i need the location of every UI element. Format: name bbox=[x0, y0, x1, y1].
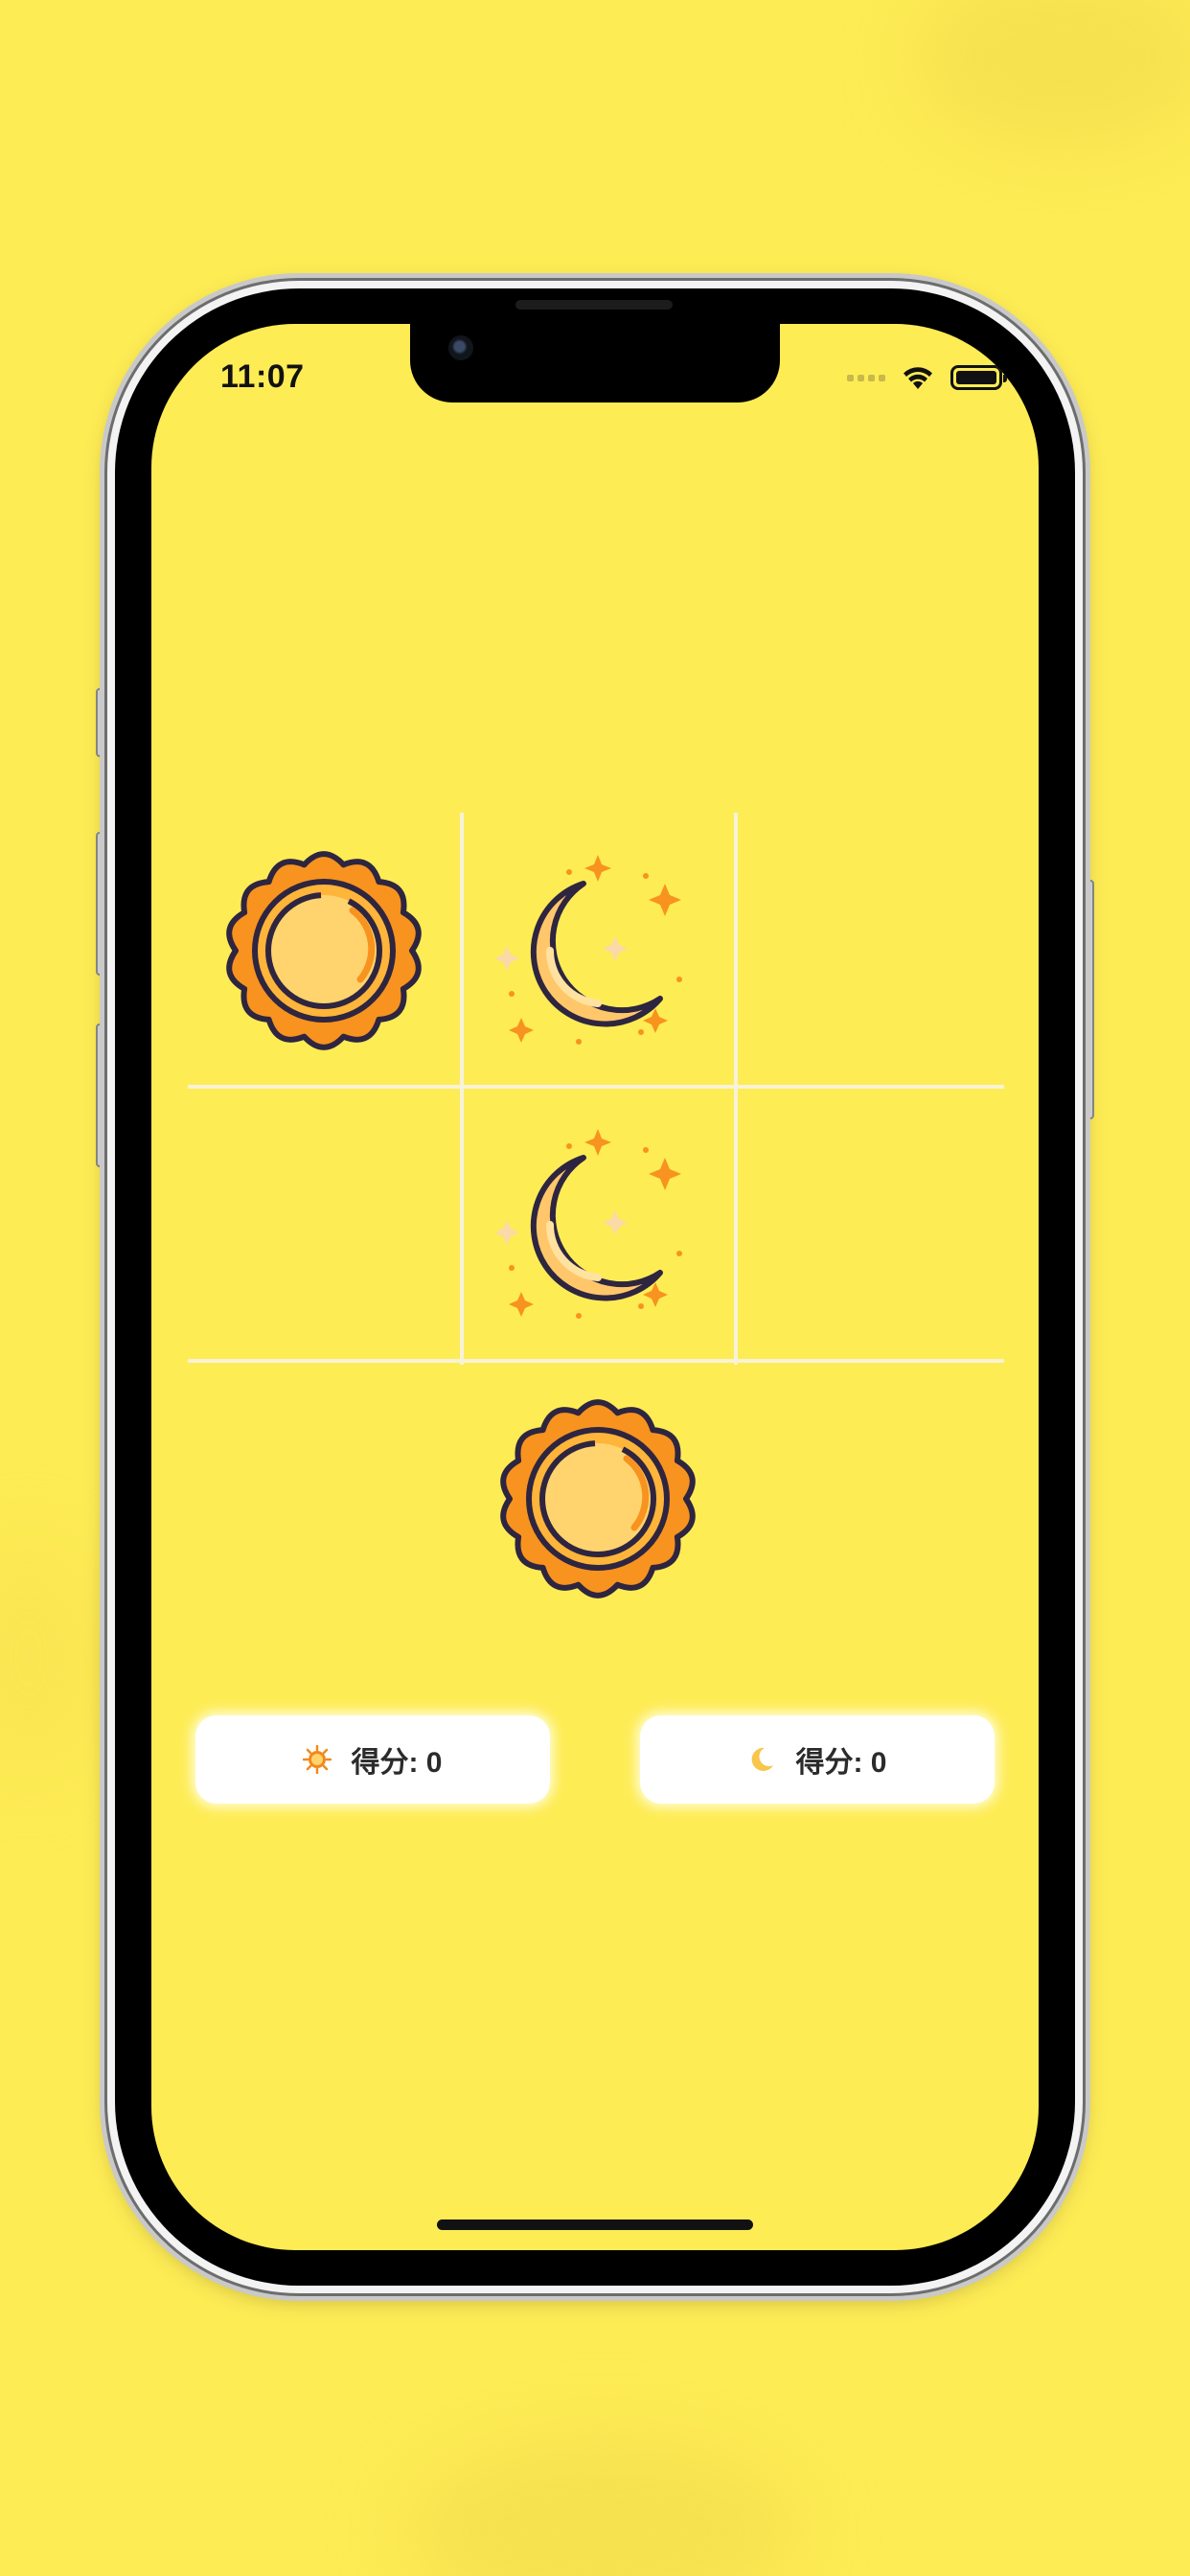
board-cell[interactable] bbox=[736, 813, 1008, 1089]
app-screen: 11:07 得分: 0 得分: 0 bbox=[151, 324, 1039, 2250]
power-button bbox=[1081, 880, 1094, 1119]
camera-icon bbox=[448, 335, 473, 360]
moon-icon bbox=[494, 855, 682, 1045]
notch bbox=[410, 324, 780, 402]
board-cell[interactable] bbox=[188, 1361, 460, 1637]
board-cell[interactable] bbox=[188, 1087, 460, 1363]
moon-score-label: 得分: 0 bbox=[795, 1747, 887, 1779]
sun-score-label: 得分: 0 bbox=[351, 1747, 443, 1779]
sun-icon bbox=[303, 1745, 332, 1774]
moon-icon bbox=[752, 1747, 774, 1771]
sun-icon bbox=[500, 1399, 696, 1598]
speaker-grille bbox=[515, 300, 673, 310]
sun-icon bbox=[226, 851, 422, 1050]
signal-icon bbox=[847, 374, 885, 381]
board-cells bbox=[188, 813, 1004, 1598]
moon-icon bbox=[494, 1129, 682, 1319]
sun-score-card: 得分: 0 bbox=[195, 1715, 550, 1804]
moon-score-card: 得分: 0 bbox=[640, 1715, 995, 1804]
status-time: 11:07 bbox=[220, 358, 305, 395]
home-indicator[interactable] bbox=[437, 2220, 753, 2230]
board-cell[interactable] bbox=[462, 813, 734, 1089]
board-cell[interactable] bbox=[736, 1087, 1008, 1363]
status-icons bbox=[847, 364, 1007, 391]
board-cell[interactable] bbox=[462, 1361, 734, 1637]
board-cell[interactable] bbox=[736, 1361, 1008, 1637]
wifi-icon bbox=[904, 367, 932, 389]
battery-icon bbox=[950, 365, 1007, 390]
board-cell[interactable] bbox=[188, 813, 460, 1089]
board-cell[interactable] bbox=[462, 1087, 734, 1363]
